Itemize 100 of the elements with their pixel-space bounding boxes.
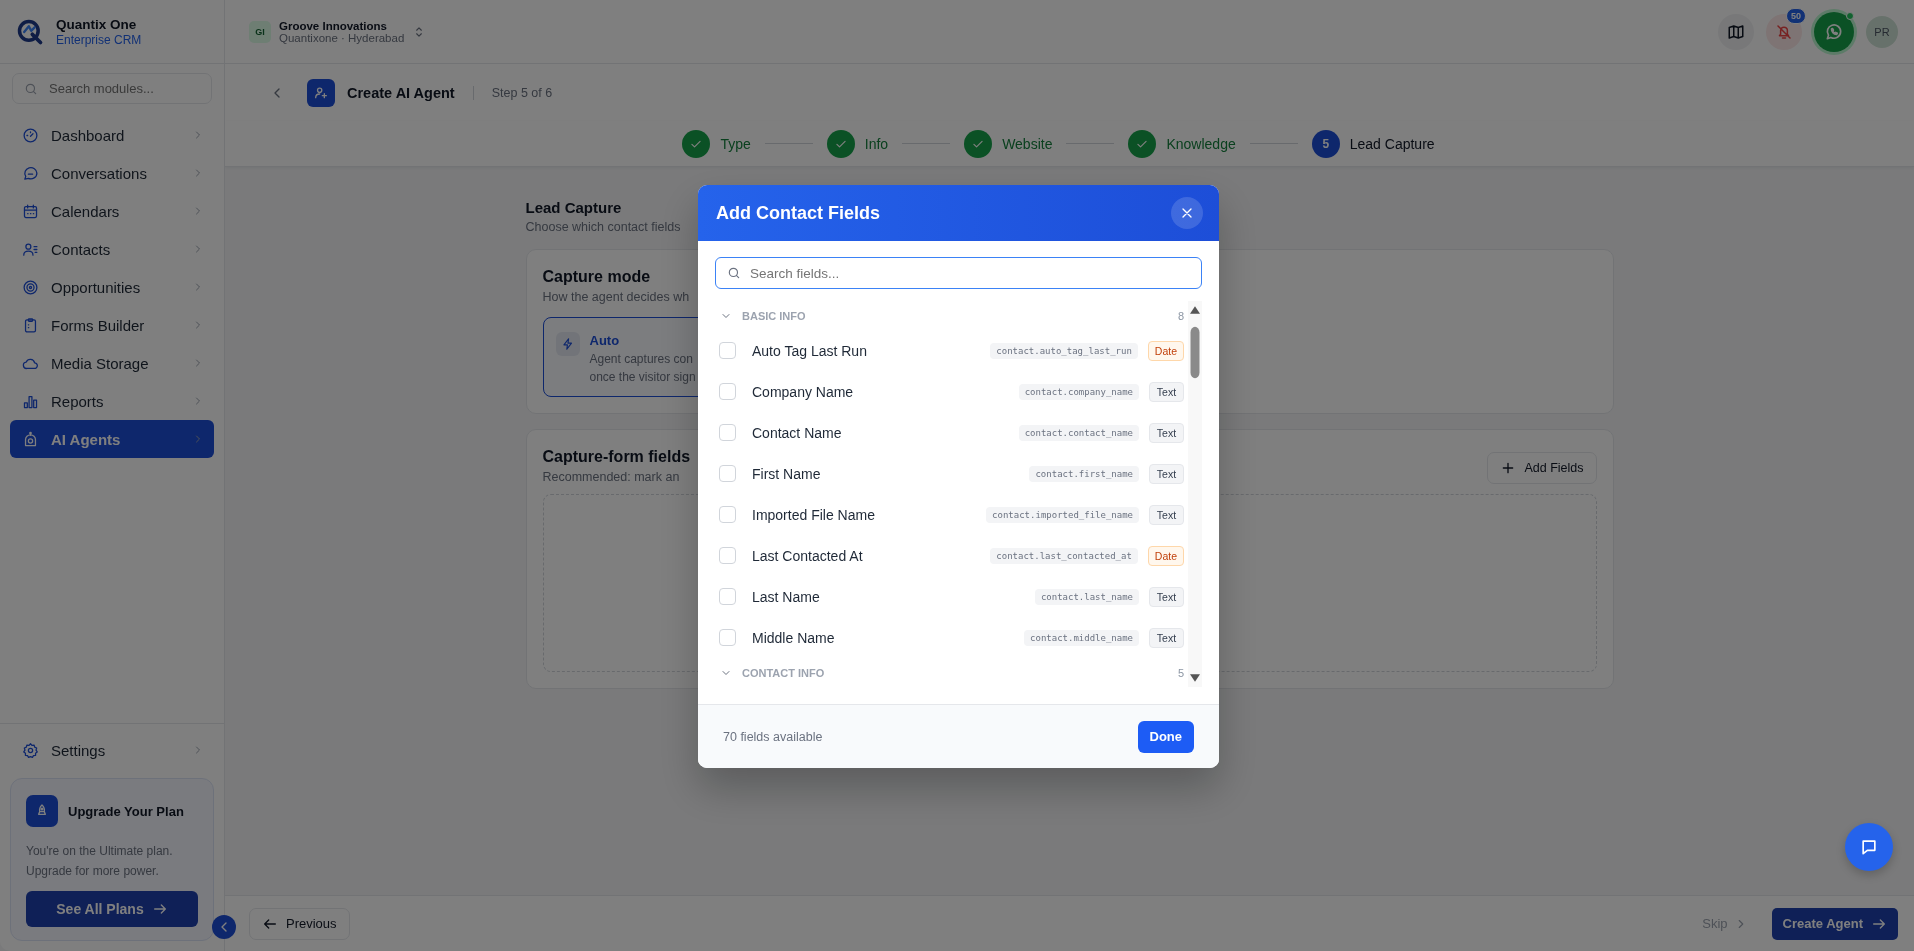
search-icon xyxy=(24,81,38,96)
nav-item[interactable]: Conversations xyxy=(10,154,214,192)
logo-icon xyxy=(16,17,44,46)
step[interactable]: Info xyxy=(826,129,889,158)
step[interactable]: Website xyxy=(964,129,1053,158)
field-key: contact.company_name xyxy=(1018,383,1139,400)
nav-item[interactable]: AI Agents xyxy=(10,420,214,458)
page-title: Create AI Agent xyxy=(347,84,455,101)
nav-item[interactable]: Contacts xyxy=(10,230,214,268)
online-dot xyxy=(1846,11,1854,20)
card-subtitle: How the agent decides wh xyxy=(542,290,690,304)
step[interactable]: Type xyxy=(682,129,751,158)
field-type: Text xyxy=(1149,463,1184,484)
lightning-icon xyxy=(555,332,580,356)
close-button[interactable] xyxy=(1171,197,1203,229)
field-label: Middle Name xyxy=(751,629,836,646)
map-icon xyxy=(1727,22,1745,41)
workspace-switcher[interactable]: GI Groove Innovations Quantixone · Hyderabad xyxy=(249,19,427,44)
brand-name: Quantix One xyxy=(56,16,138,32)
target-icon xyxy=(22,278,39,296)
user-avatar[interactable]: PR xyxy=(1866,15,1898,48)
agent-icon xyxy=(307,78,335,107)
field-type: Text xyxy=(1149,586,1184,607)
field-type: Date xyxy=(1147,340,1184,361)
field-label: Last Name xyxy=(751,588,821,605)
bell-off-icon xyxy=(1775,22,1793,41)
previous-button[interactable]: Previous xyxy=(249,907,350,940)
field-label: Company Name xyxy=(751,383,855,400)
field-key: contact.first_name xyxy=(1029,465,1139,482)
field-key: contact.auto_tag_last_run xyxy=(990,342,1138,359)
upgrade-title: Upgrade Your Plan xyxy=(68,803,184,819)
settings-icon xyxy=(22,741,39,759)
nav-item[interactable]: Forms Builder xyxy=(10,306,214,344)
group-header[interactable]: CONTACT INFO 5 xyxy=(715,658,1184,687)
card-title: Capture mode xyxy=(542,268,651,286)
chat-button[interactable] xyxy=(1845,823,1893,871)
workspace-name: Groove Innovations xyxy=(279,19,388,32)
field-type: Date xyxy=(1147,545,1184,566)
section-title: Lead Capture xyxy=(525,199,622,216)
checkbox[interactable] xyxy=(719,506,736,523)
robot-icon xyxy=(22,430,39,448)
checkbox[interactable] xyxy=(719,424,736,441)
workspace-location: Quantixone · Hyderabad xyxy=(279,31,405,44)
search-icon xyxy=(727,266,741,280)
field-key: contact.imported_file_name xyxy=(986,506,1139,523)
field-type: Text xyxy=(1149,504,1184,525)
calendar-icon xyxy=(22,202,39,220)
notifications-button[interactable] xyxy=(1766,13,1802,50)
field-label: Last Contacted At xyxy=(751,547,864,564)
field-type: Text xyxy=(1149,381,1184,402)
checkbox[interactable] xyxy=(719,383,736,400)
step[interactable]: 5 Lead Capture xyxy=(1311,129,1435,158)
field-type: Text xyxy=(1149,627,1184,648)
nav-item[interactable]: Opportunities xyxy=(10,268,214,306)
nav-item[interactable]: Dashboard xyxy=(10,116,214,154)
step[interactable]: Knowledge xyxy=(1128,129,1236,158)
group-header[interactable]: BASIC INFO 8 xyxy=(715,301,1184,330)
fields-count: 70 fields available xyxy=(723,729,823,744)
field-label: First Name xyxy=(751,465,822,482)
see-plans-button[interactable]: See All Plans xyxy=(26,891,198,927)
chat-bubble-icon xyxy=(22,164,39,182)
nav-item[interactable]: Calendars xyxy=(10,192,214,230)
whatsapp-button[interactable] xyxy=(1814,11,1854,52)
section-subtitle: Choose which contact fields xyxy=(525,220,681,234)
field-type: Text xyxy=(1149,422,1184,443)
nav-item[interactable]: Settings xyxy=(10,731,214,769)
checkbox[interactable] xyxy=(719,342,736,359)
phone-bubble-icon xyxy=(1824,21,1844,42)
notification-count: 50 xyxy=(1786,7,1806,24)
upgrade-text: You're on the Ultimate plan. Upgrade for more power. xyxy=(26,843,174,880)
field-key: contact.last_contacted_at xyxy=(990,547,1138,564)
checkbox[interactable] xyxy=(719,588,736,605)
group-count: 8 xyxy=(1177,309,1184,322)
card-subtitle: Recommended: mark an xyxy=(542,470,680,484)
group-count: 5 xyxy=(1177,666,1184,679)
brand-tagline: Enterprise CRM xyxy=(56,32,142,47)
clipboard-icon xyxy=(22,316,39,334)
create-agent-button[interactable]: Create Agent xyxy=(1771,907,1898,940)
field-label: Contact Name xyxy=(751,424,843,441)
collapse-button[interactable] xyxy=(212,915,236,939)
dialog-title: Add Contact Fields xyxy=(716,202,880,224)
nav-item[interactable]: Media Storage xyxy=(10,344,214,382)
search-field[interactable]: Search fields... xyxy=(715,257,1202,289)
map-button[interactable] xyxy=(1718,13,1754,50)
rocket-icon xyxy=(26,795,58,827)
field-label: Imported File Name xyxy=(751,506,876,523)
nav-item[interactable]: Reports xyxy=(10,382,214,420)
card-title: Capture-form fields xyxy=(542,448,691,466)
field-key: contact.contact_name xyxy=(1018,424,1139,441)
gauge-icon xyxy=(22,126,39,144)
field-label: Auto Tag Last Run xyxy=(751,342,868,359)
add-fields-button[interactable]: Add Fields xyxy=(1487,452,1597,484)
scrollbar[interactable] xyxy=(1188,301,1202,687)
workspace-initials: GI xyxy=(249,20,271,43)
step-indicator: Step 5 of 6 xyxy=(491,85,553,100)
checkbox[interactable] xyxy=(719,465,736,482)
checkbox[interactable] xyxy=(719,547,736,564)
field-key: contact.middle_name xyxy=(1024,629,1139,646)
done-button[interactable]: Done xyxy=(1137,720,1194,753)
checkbox[interactable] xyxy=(719,629,736,646)
